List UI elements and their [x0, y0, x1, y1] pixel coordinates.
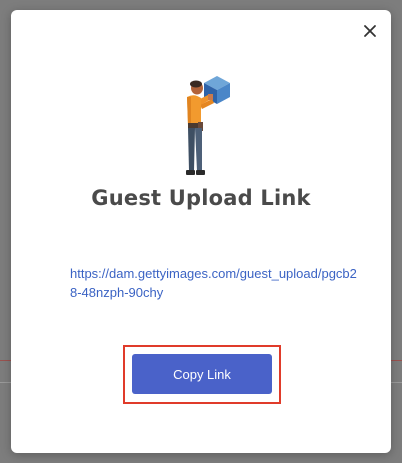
close-icon: [364, 25, 376, 37]
guest-upload-url-link[interactable]: https://dam.gettyimages.com/guest_upload…: [70, 264, 360, 302]
background-row-edge: [391, 382, 402, 383]
dialog-title: Guest Upload Link: [91, 186, 311, 210]
background-row-edge: [0, 382, 11, 383]
guest-upload-link-dialog: Guest Upload Link https://dam.gettyimage…: [11, 10, 391, 453]
copy-link-button[interactable]: Copy Link: [132, 354, 272, 394]
close-button[interactable]: [359, 20, 381, 42]
person-holding-box-illustration: [174, 71, 236, 181]
